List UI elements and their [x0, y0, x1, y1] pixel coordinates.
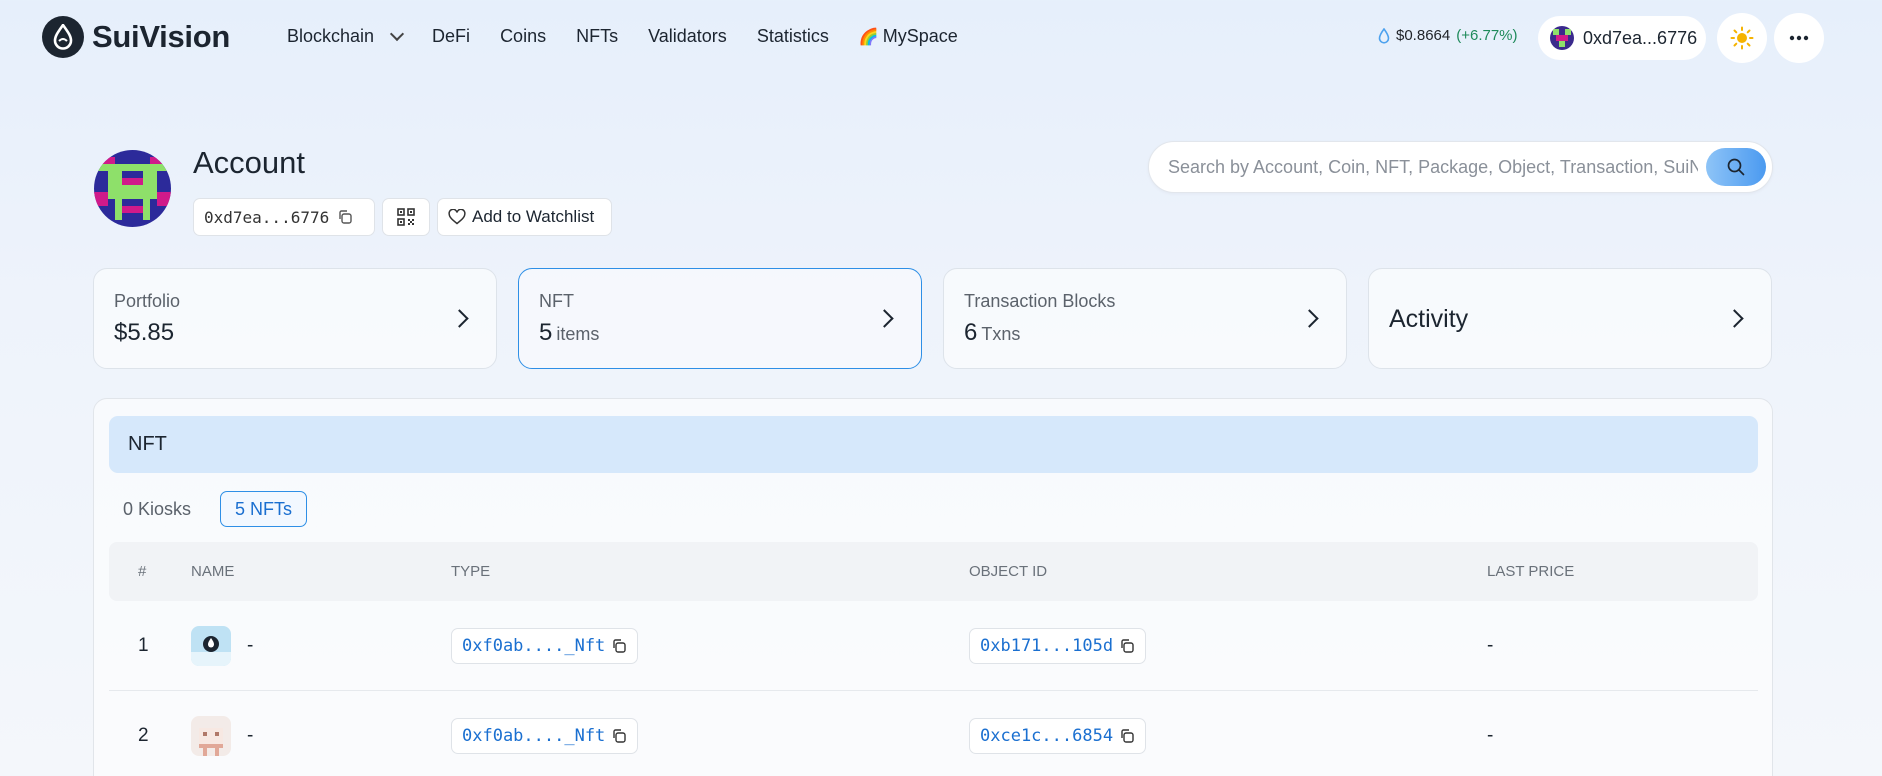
qr-code-icon: [397, 208, 415, 226]
page-title: Account: [193, 145, 306, 180]
chevron-right-icon: [450, 309, 469, 328]
column-header: TYPE: [451, 563, 491, 580]
sui-price-change: (+6.77%): [1456, 27, 1518, 44]
row-index: 1: [138, 635, 149, 656]
search-button[interactable]: [1706, 148, 1766, 186]
nav-item-myspace[interactable]: 🌈 MySpace: [859, 26, 958, 47]
chevron-right-icon: [875, 309, 894, 328]
add-to-watchlist-button[interactable]: Add to Watchlist: [437, 198, 612, 236]
sui-logo-icon: [42, 16, 84, 58]
nft-thumbnail[interactable]: [191, 626, 231, 666]
rainbow-icon: 🌈: [858, 28, 879, 46]
nft-thumbnail[interactable]: [191, 716, 231, 756]
column-header: #: [138, 563, 147, 580]
panel-title: NFT: [109, 416, 1758, 473]
table-header: # NAME TYPE OBJECT ID LAST PRICE: [109, 542, 1758, 601]
wallet-button[interactable]: 0xd7ea...6776: [1538, 16, 1706, 60]
card-label: Activity: [1389, 305, 1469, 333]
column-header: OBJECT ID: [969, 563, 1048, 580]
copy-icon[interactable]: [611, 638, 627, 654]
more-dots-icon: [1789, 35, 1809, 41]
nav-item-defi[interactable]: DeFi: [432, 26, 470, 47]
search-input[interactable]: [1168, 156, 1698, 178]
top-header: SuiVision Blockchain DeFi Coins NFTs Val…: [0, 0, 1882, 76]
nft-name: -: [247, 635, 254, 656]
brand-name: SuiVision: [92, 19, 230, 54]
copy-icon[interactable]: [611, 728, 627, 744]
object-id: 0xb171...105d: [980, 636, 1114, 656]
object-id-chip[interactable]: 0xce1c...6854: [969, 718, 1147, 754]
nav-item-statistics[interactable]: Statistics: [757, 26, 829, 47]
portfolio-value: $5.85: [114, 319, 175, 346]
table-row[interactable]: 1 - 0xf0ab...._Nft 0xb171...105d -: [109, 601, 1758, 691]
copy-icon[interactable]: [1119, 728, 1135, 744]
wallet-address: 0xd7ea...6776: [1583, 27, 1698, 48]
last-price: -: [1487, 725, 1494, 746]
nft-type: 0xf0ab...._Nft: [462, 726, 606, 746]
watchlist-label: Add to Watchlist: [472, 207, 595, 226]
object-id-chip[interactable]: 0xb171...105d: [969, 628, 1147, 664]
object-id: 0xce1c...6854: [980, 726, 1114, 746]
nav-item-coins[interactable]: Coins: [500, 26, 546, 47]
table-row[interactable]: 2 - 0xf0ab...._Nft 0xce1c...6854 -: [109, 691, 1758, 776]
account-avatar: [94, 150, 171, 227]
nft-type-chip[interactable]: 0xf0ab...._Nft: [451, 718, 639, 754]
nft-type-chip[interactable]: 0xf0ab...._Nft: [451, 628, 639, 664]
account-address-chip[interactable]: 0xd7ea...6776: [193, 198, 375, 236]
qr-code-button[interactable]: [382, 198, 430, 236]
search-icon: [1727, 158, 1745, 176]
card-label: Transaction Blocks: [964, 291, 1116, 311]
heart-icon: [448, 209, 466, 225]
chevron-right-icon: [1300, 309, 1319, 328]
nft-card[interactable]: NFT 5 items: [518, 268, 922, 369]
main-nav: Blockchain DeFi Coins NFTs Validators St…: [287, 26, 988, 47]
column-header: NAME: [191, 563, 235, 580]
copy-icon[interactable]: [337, 209, 353, 225]
sui-price-ticker[interactable]: $0.8664 (+6.77%): [1378, 27, 1518, 44]
nav-item-nfts[interactable]: NFTs: [576, 26, 618, 47]
account-address: 0xd7ea...6776: [204, 207, 330, 227]
card-label: Portfolio: [114, 291, 181, 311]
wallet-avatar: [1550, 26, 1574, 50]
sui-price: $0.8664: [1396, 27, 1451, 44]
nav-item-validators[interactable]: Validators: [648, 26, 727, 47]
more-menu-button[interactable]: [1774, 13, 1824, 63]
transaction-blocks-card[interactable]: Transaction Blocks 6 Txns: [943, 268, 1347, 369]
tab-nfts[interactable]: 5 NFTs: [220, 491, 308, 527]
card-label: NFT: [539, 291, 574, 311]
nft-name: -: [247, 725, 254, 746]
nav-item-blockchain[interactable]: Blockchain: [287, 26, 405, 47]
chevron-down-icon: [389, 26, 405, 41]
txn-count: 6 Txns: [964, 319, 1021, 346]
nft-type: 0xf0ab...._Nft: [462, 636, 606, 656]
chevron-right-icon: [1725, 309, 1744, 328]
nft-count: 5 items: [539, 319, 600, 346]
copy-icon[interactable]: [1119, 638, 1135, 654]
sun-icon: [1730, 26, 1754, 50]
activity-card[interactable]: Activity: [1368, 268, 1772, 369]
row-index: 2: [138, 725, 149, 746]
nft-panel: NFT 0 Kiosks 5 NFTs # NAME TYPE OBJECT I…: [93, 398, 1773, 776]
last-price: -: [1487, 635, 1494, 656]
tab-kiosks[interactable]: 0 Kiosks: [109, 491, 205, 527]
global-search: [1148, 141, 1773, 193]
portfolio-card[interactable]: Portfolio $5.85: [93, 268, 497, 369]
sui-drop-icon: [1378, 27, 1390, 44]
brand-logo[interactable]: SuiVision: [42, 16, 230, 58]
column-header: LAST PRICE: [1487, 563, 1575, 580]
theme-toggle-button[interactable]: [1717, 13, 1767, 63]
